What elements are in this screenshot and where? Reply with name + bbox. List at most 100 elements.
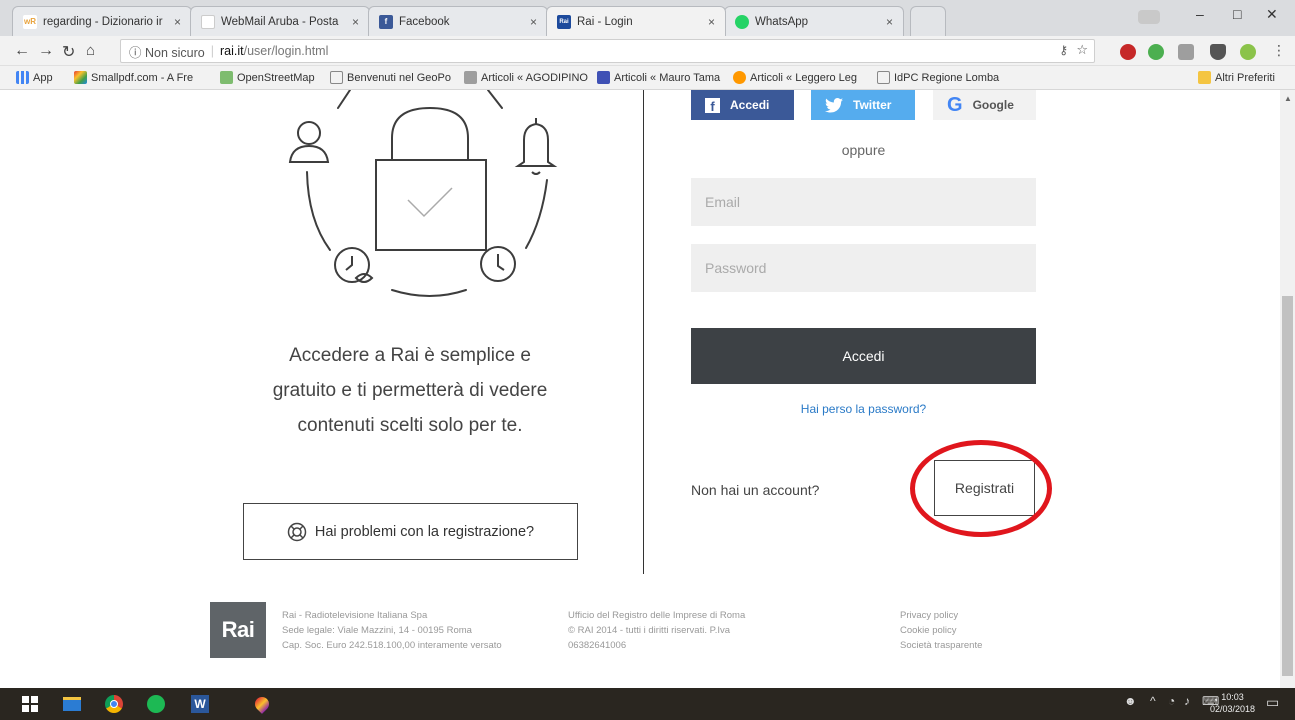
rai-logo: Rai bbox=[210, 602, 266, 658]
footer-line: 06382641006 bbox=[568, 640, 627, 651]
privacy-policy-link[interactable]: Privacy policy bbox=[900, 608, 982, 623]
cookie-policy-link[interactable]: Cookie policy bbox=[900, 623, 982, 638]
forward-arrow-icon[interactable]: → bbox=[38, 42, 54, 60]
wordreference-icon: wR bbox=[23, 14, 37, 29]
extension-screenshot-icon[interactable] bbox=[1178, 44, 1194, 60]
lifebuoy-icon bbox=[287, 522, 307, 541]
extension-adblock-icon[interactable] bbox=[1120, 44, 1136, 60]
bookmark-label: Smallpdf.com - A Fre bbox=[91, 71, 194, 84]
show-hidden-icons-chevron[interactable]: ^ bbox=[1150, 694, 1156, 708]
scroll-up-arrow-icon[interactable]: ▲ bbox=[1284, 94, 1292, 103]
volume-icon[interactable]: ♪ bbox=[1184, 694, 1190, 708]
not-secure-indicator[interactable]: ⓘ Non sicuro bbox=[129, 42, 205, 61]
system-clock[interactable]: 10:03 02/03/2018 bbox=[1210, 691, 1255, 715]
url-host: rai.it bbox=[219, 44, 244, 58]
home-icon[interactable]: ⌂ bbox=[86, 42, 95, 59]
registration-help-button[interactable]: Hai problemi con la registrazione? bbox=[243, 503, 578, 560]
bookmark-idpc[interactable]: IdPC Regione Lomba bbox=[877, 71, 999, 84]
back-arrow-icon[interactable]: ← bbox=[14, 42, 30, 60]
intro-text: Accedere a Rai è semplice e gratuito e t… bbox=[240, 338, 580, 443]
twitter-login-button[interactable]: Twitter bbox=[811, 90, 915, 120]
bookmark-apps[interactable]: App bbox=[16, 71, 53, 84]
vertical-scrollbar[interactable]: ▲ bbox=[1280, 90, 1295, 688]
registration-help-label: Hai problemi con la registrazione? bbox=[314, 523, 535, 540]
bookmark-label: Articoli « AGODIPINO bbox=[481, 71, 588, 84]
file-explorer-icon[interactable] bbox=[62, 694, 82, 714]
tab-dizionario[interactable]: wR regarding - Dizionario ir × bbox=[12, 6, 192, 36]
key-icon[interactable]: ⚷ bbox=[1059, 43, 1068, 57]
login-submit-button[interactable]: Accedi bbox=[691, 328, 1036, 384]
notification-center-icon[interactable]: ▭ bbox=[1266, 694, 1279, 711]
footer-links: Privacy policy Cookie policy Società tra… bbox=[900, 608, 982, 653]
people-icon[interactable]: ☻ bbox=[1124, 694, 1137, 708]
extension-pocket-icon[interactable] bbox=[1210, 44, 1226, 60]
bookmark-geoportale[interactable]: Benvenuti nel GeoPo bbox=[330, 71, 451, 84]
tab-title: Facebook bbox=[399, 15, 450, 28]
extension-globe-icon[interactable] bbox=[1148, 44, 1164, 60]
bookmark-openstreetmap[interactable]: OpenStreetMap bbox=[220, 71, 315, 84]
openstreetmap-icon bbox=[220, 71, 233, 84]
tab-title: regarding - Dizionario ir bbox=[43, 15, 163, 28]
close-tab-icon[interactable]: × bbox=[708, 15, 715, 29]
facebook-login-button[interactable]: f Accedi bbox=[691, 90, 794, 120]
url-path: /user/login.html bbox=[243, 44, 329, 58]
footer-line: Cap. Soc. Euro 242.518.100,00 interament… bbox=[282, 640, 502, 651]
page-icon bbox=[330, 71, 343, 84]
windows-taskbar: W ☻ ^ ◔ ♪ ⌨ 10:03 02/03/2018 ▭ bbox=[0, 688, 1295, 720]
footer-company-info: Rai - Radiotelevisione Italiana Spa Sede… bbox=[282, 608, 502, 653]
bookmark-label: Benvenuti nel GeoPo bbox=[347, 71, 451, 84]
twitter-bird-icon bbox=[825, 97, 843, 113]
maximize-button[interactable]: □ bbox=[1233, 6, 1241, 22]
spotify-icon[interactable] bbox=[146, 694, 166, 714]
address-bar[interactable]: ⓘ Non sicuro | rai.it /user/login.html ⚷… bbox=[120, 39, 1095, 63]
google-login-button[interactable]: G Google bbox=[933, 90, 1036, 120]
minimize-button[interactable]: – bbox=[1196, 6, 1204, 22]
forgot-password-link[interactable]: Hai perso la password? bbox=[691, 402, 1036, 416]
bookmark-label: Altri Preferiti bbox=[1215, 71, 1275, 84]
smallpdf-icon bbox=[74, 71, 87, 84]
bookmark-label: Articoli « Leggero Leg bbox=[750, 71, 858, 84]
close-tab-icon[interactable]: × bbox=[352, 15, 359, 29]
windows-start-icon[interactable] bbox=[20, 694, 40, 714]
scrollbar-thumb[interactable] bbox=[1282, 296, 1293, 676]
user-profile-badge[interactable] bbox=[1138, 10, 1160, 24]
reload-icon[interactable]: ↻ bbox=[62, 42, 75, 62]
tab-whatsapp[interactable]: WhatsApp × bbox=[724, 6, 904, 36]
bookmark-agodipino[interactable]: Articoli « AGODIPINO bbox=[464, 71, 588, 84]
user-icon bbox=[288, 121, 330, 163]
societa-trasparente-link[interactable]: Società trasparente bbox=[900, 638, 982, 653]
folder-icon bbox=[1198, 71, 1211, 84]
no-account-text: Non hai un account? bbox=[691, 482, 820, 498]
red-highlight-circle bbox=[910, 440, 1052, 537]
word-icon[interactable]: W bbox=[190, 694, 210, 714]
tab-webmail[interactable]: WebMail Aruba - Posta × bbox=[190, 6, 370, 36]
close-window-button[interactable]: ✕ bbox=[1266, 6, 1278, 23]
page-icon bbox=[877, 71, 890, 84]
tab-facebook[interactable]: f Facebook × bbox=[368, 6, 548, 36]
bookmark-smallpdf[interactable]: Smallpdf.com - A Fre bbox=[74, 71, 193, 84]
clock-eye-icon bbox=[334, 247, 374, 283]
blog-icon bbox=[597, 71, 610, 84]
other-bookmarks-folder[interactable]: Altri Preferiti bbox=[1198, 71, 1275, 84]
chrome-icon[interactable] bbox=[104, 694, 124, 714]
menu-kebab-icon[interactable]: ⋮ bbox=[1272, 42, 1286, 59]
tab-rai-login[interactable]: Rai Rai - Login × bbox=[546, 6, 726, 36]
close-tab-icon[interactable]: × bbox=[530, 15, 537, 29]
star-bookmark-icon[interactable]: ☆ bbox=[1076, 42, 1088, 58]
extension-colorful-icon[interactable] bbox=[1240, 44, 1256, 60]
bookmark-mauro-tama[interactable]: Articoli « Mauro Tama bbox=[597, 71, 720, 84]
maps-pin-icon[interactable] bbox=[252, 694, 272, 714]
close-tab-icon[interactable]: × bbox=[886, 15, 893, 29]
bookmark-leggero[interactable]: Articoli « Leggero Leg bbox=[733, 71, 857, 84]
footer-line: Rai - Radiotelevisione Italiana Spa bbox=[282, 610, 428, 621]
new-tab-button[interactable] bbox=[910, 6, 946, 36]
network-icon[interactable]: ◔ bbox=[1168, 694, 1175, 708]
padlock-icon bbox=[375, 106, 487, 251]
google-g-icon: G bbox=[947, 94, 963, 116]
email-field[interactable] bbox=[691, 178, 1036, 226]
footer-registry-info: Ufficio del Registro delle Imprese di Ro… bbox=[568, 608, 745, 653]
password-field[interactable] bbox=[691, 244, 1036, 292]
toolbar: ← → ↻ ⌂ ⓘ Non sicuro | rai.it /user/logi… bbox=[0, 36, 1295, 66]
leggero-icon bbox=[733, 71, 746, 84]
close-tab-icon[interactable]: × bbox=[174, 15, 181, 29]
